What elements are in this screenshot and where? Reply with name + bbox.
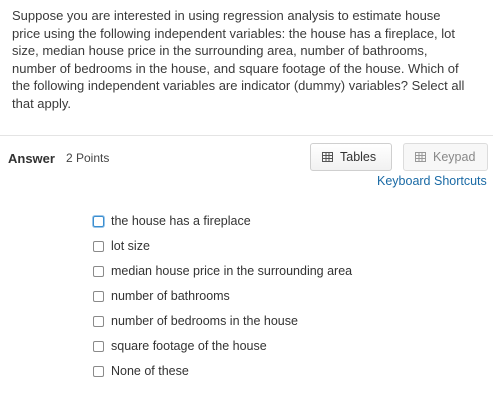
option-label: square footage of the house	[111, 338, 267, 353]
points-value: 2 Points	[66, 151, 110, 165]
option-median-house-price[interactable]: median house price in the surrounding ar…	[93, 258, 352, 283]
option-bathrooms[interactable]: number of bathrooms	[93, 283, 352, 308]
keypad-label: Keypad	[433, 150, 476, 164]
option-label: median house price in the surrounding ar…	[111, 263, 353, 278]
option-bedrooms[interactable]: number of bedrooms in the house	[93, 308, 352, 333]
option-label: None of these	[111, 363, 189, 378]
keypad-grid-icon	[415, 152, 426, 162]
keyboard-shortcuts-link[interactable]: Keyboard Shortcuts	[377, 174, 487, 188]
option-checkbox[interactable]	[93, 266, 104, 277]
option-label: number of bedrooms in the house	[111, 313, 298, 328]
keypad-button[interactable]: Keypad	[403, 143, 488, 171]
option-checkbox[interactable]	[93, 316, 104, 327]
answer-label: Answer	[8, 151, 55, 166]
divider	[0, 135, 493, 136]
option-lot-size[interactable]: lot size	[93, 233, 352, 258]
option-checkbox[interactable]	[93, 341, 104, 352]
question-panel: Suppose you are interested in using regr…	[0, 0, 493, 408]
option-label: lot size	[111, 238, 150, 253]
option-checkbox[interactable]	[93, 291, 104, 302]
answer-options-list: the house has a fireplace lot size media…	[93, 208, 352, 383]
option-fireplace[interactable]: the house has a fireplace	[93, 208, 352, 233]
option-label: number of bathrooms	[111, 288, 230, 303]
option-checkbox[interactable]	[93, 366, 104, 377]
question-text: Suppose you are interested in using regr…	[12, 8, 465, 111]
option-square-footage[interactable]: square footage of the house	[93, 333, 352, 358]
tables-label: Tables	[340, 150, 377, 164]
option-none[interactable]: None of these	[93, 358, 352, 383]
option-checkbox[interactable]	[93, 216, 104, 227]
tables-button[interactable]: Tables	[310, 143, 392, 171]
option-checkbox[interactable]	[93, 241, 104, 252]
table-grid-icon	[322, 152, 333, 162]
option-label: the house has a fireplace	[111, 213, 251, 228]
